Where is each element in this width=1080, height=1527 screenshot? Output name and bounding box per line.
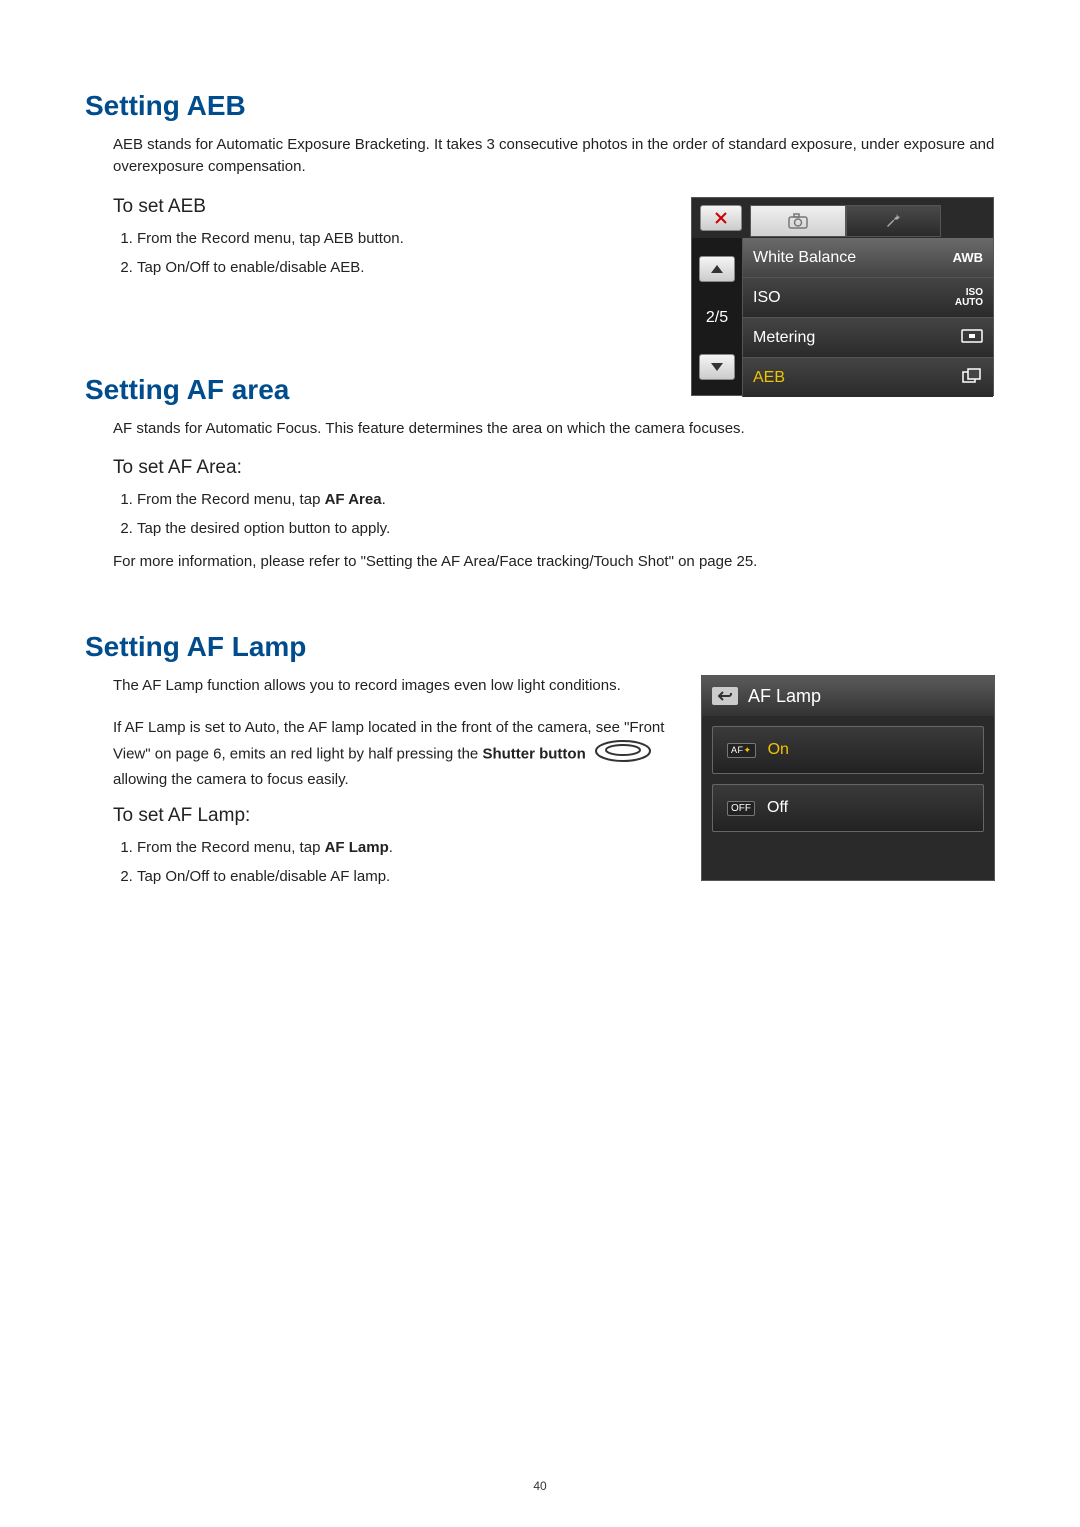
- record-menu-screenshot: 2/5 White Balance AWB ISO ISOAUTO Meteri…: [691, 197, 994, 396]
- subhead-to-set-af-area: To set AF Area:: [113, 457, 995, 479]
- step-afarea-1: From the Record menu, tap AF Area.: [137, 489, 995, 510]
- note-af-area: For more information, please refer to "S…: [113, 551, 995, 573]
- intro-aeb: AEB stands for Automatic Exposure Bracke…: [113, 134, 995, 178]
- off-badge-icon: OFF: [727, 801, 755, 816]
- triangle-up-icon: [710, 264, 724, 274]
- heading-setting-af-area: Setting AF area: [85, 374, 995, 406]
- wrench-icon: [884, 212, 902, 230]
- af-badge-icon: AF✦: [727, 743, 756, 758]
- option-off[interactable]: OFF Off: [712, 784, 984, 832]
- menu-value-awb: AWB: [953, 250, 983, 265]
- back-icon: [717, 690, 733, 702]
- option-label: Off: [767, 799, 788, 817]
- heading-setting-af-lamp: Setting AF Lamp: [85, 631, 995, 663]
- step-afarea-2: Tap the desired option button to apply.: [137, 518, 995, 539]
- menu-page-indicator: 2/5: [706, 309, 728, 327]
- close-icon: [715, 212, 727, 224]
- steps-af-area: From the Record menu, tap AF Area. Tap t…: [137, 489, 995, 539]
- heading-setting-aeb: Setting AEB: [85, 90, 995, 122]
- tab-settings[interactable]: [846, 205, 942, 237]
- menu-row-metering[interactable]: Metering: [743, 318, 993, 358]
- menu-value-iso: ISOAUTO: [955, 288, 983, 308]
- menu-label: Metering: [753, 329, 961, 347]
- screen-title: AF Lamp: [748, 686, 821, 707]
- tab-camera[interactable]: [750, 205, 846, 237]
- option-label: On: [768, 741, 789, 759]
- option-on[interactable]: AF✦ On: [712, 726, 984, 774]
- menu-row-iso[interactable]: ISO ISOAUTO: [743, 278, 993, 318]
- camera-icon: [788, 213, 808, 229]
- menu-row-white-balance[interactable]: White Balance AWB: [743, 238, 993, 278]
- shutter-button-icon: [594, 739, 652, 770]
- triangle-down-icon: [710, 362, 724, 372]
- metering-icon: [961, 329, 983, 346]
- page-number: 40: [0, 1479, 1080, 1493]
- close-button[interactable]: [700, 205, 742, 231]
- back-button[interactable]: [712, 687, 738, 705]
- menu-label: White Balance: [753, 249, 953, 267]
- menu-scroll-up[interactable]: [699, 256, 735, 282]
- menu-label: ISO: [753, 289, 955, 307]
- af-lamp-screenshot: AF Lamp AF✦ On OFF Off: [701, 675, 995, 881]
- intro-af-area: AF stands for Automatic Focus. This feat…: [113, 418, 995, 440]
